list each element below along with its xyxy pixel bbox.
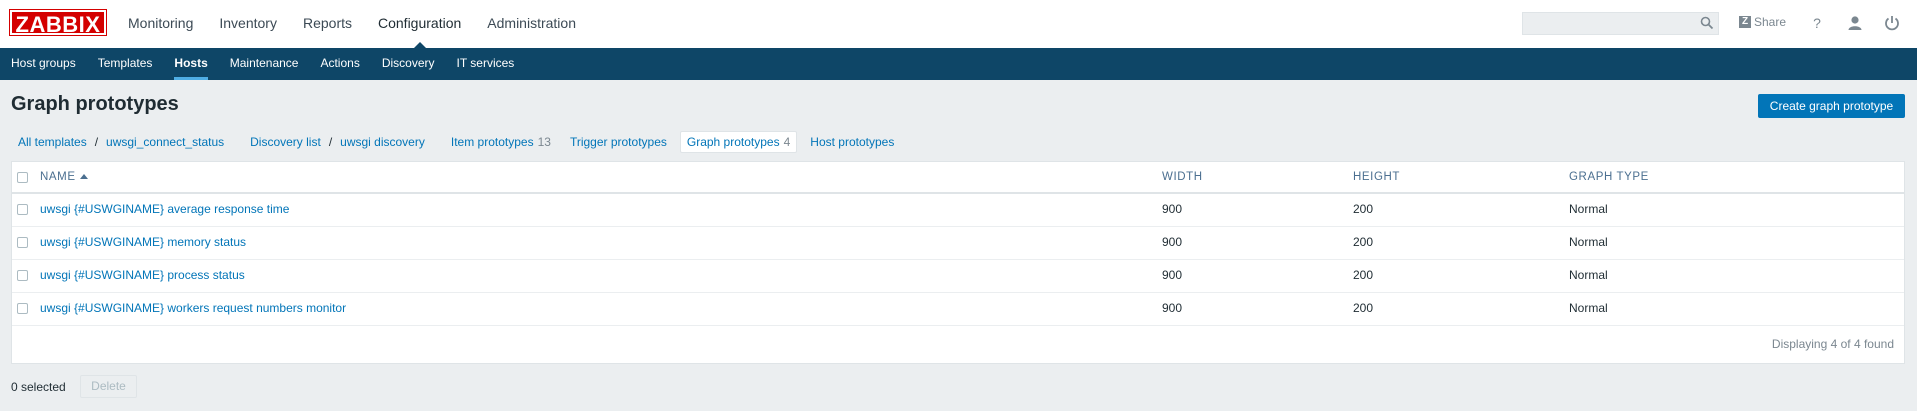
graph-prototype-name-link[interactable]: uwsgi {#USWGINAME} process status [40, 268, 245, 282]
sub-nav-templates[interactable]: Templates [87, 48, 164, 80]
tab-graph-prototypes-label[interactable]: Graph prototypes [687, 135, 780, 149]
table-row: uwsgi {#USWGINAME} average response time… [12, 194, 1904, 227]
column-header-height: HEIGHT [1353, 171, 1401, 183]
row-height: 200 [1353, 235, 1374, 249]
main-nav-inventory[interactable]: Inventory [206, 0, 290, 48]
row-checkbox[interactable] [17, 270, 28, 281]
row-graph-type: Normal [1569, 235, 1608, 249]
main-nav-configuration[interactable]: Configuration [365, 0, 474, 49]
row-width: 900 [1162, 268, 1183, 282]
tab-trigger-prototypes[interactable]: Trigger prototypes [563, 135, 674, 149]
tab-host-prototypes[interactable]: Host prototypes [803, 135, 901, 149]
sub-nav-discovery[interactable]: Discovery [371, 48, 446, 80]
table-row: uwsgi {#USWGINAME} process status 900 20… [12, 260, 1904, 293]
row-height: 200 [1353, 301, 1374, 315]
breadcrumb-template[interactable]: uwsgi_connect_status [99, 135, 231, 149]
sub-nav-hosts[interactable]: Hosts [163, 48, 218, 80]
breadcrumb-all-templates[interactable]: All templates [11, 135, 94, 149]
create-graph-prototype-button[interactable]: Create graph prototype [1758, 94, 1905, 118]
table-row: uwsgi {#USWGINAME} memory status 900 200… [12, 227, 1904, 260]
row-width: 900 [1162, 301, 1183, 315]
help-icon[interactable]: ? [1808, 14, 1826, 32]
top-header: ZABBIX Monitoring Inventory Reports Conf… [0, 0, 1917, 49]
select-all-checkbox[interactable] [17, 172, 28, 183]
row-checkbox[interactable] [17, 303, 28, 314]
row-graph-type: Normal [1569, 202, 1608, 216]
search-input[interactable] [1522, 12, 1719, 35]
item-prototypes-count: 13 [537, 135, 551, 149]
user-profile-icon[interactable] [1846, 14, 1864, 32]
search-icon[interactable] [1700, 16, 1714, 30]
row-graph-type: Normal [1569, 268, 1608, 282]
row-checkbox[interactable] [17, 237, 28, 248]
table-header: NAME WIDTH HEIGHT GRAPH TYPE [12, 162, 1904, 194]
row-width: 900 [1162, 235, 1183, 249]
sub-nav-actions[interactable]: Actions [309, 48, 370, 80]
svg-text:?: ? [1813, 15, 1821, 31]
column-header-name[interactable]: NAME [40, 162, 88, 193]
main-nav-reports[interactable]: Reports [290, 0, 365, 48]
row-checkbox[interactable] [17, 204, 28, 215]
row-graph-type: Normal [1569, 301, 1608, 315]
row-height: 200 [1353, 268, 1374, 282]
share-label: Share [1754, 15, 1787, 29]
main-nav: Monitoring Inventory Reports Configurati… [115, 0, 589, 49]
table-row: uwsgi {#USWGINAME} workers request numbe… [12, 293, 1904, 326]
sign-out-icon[interactable] [1883, 14, 1901, 32]
column-header-graph-type: GRAPH TYPE [1569, 171, 1649, 183]
graph-prototype-name-link[interactable]: uwsgi {#USWGINAME} workers request numbe… [40, 301, 346, 315]
main-nav-monitoring[interactable]: Monitoring [115, 0, 206, 48]
column-header-name-label[interactable]: NAME [40, 171, 76, 183]
row-width: 900 [1162, 202, 1183, 216]
delete-button[interactable]: Delete [80, 375, 137, 398]
column-header-width: WIDTH [1162, 171, 1203, 183]
zabbix-logo[interactable]: ZABBIX [9, 9, 107, 37]
graph-prototype-name-link[interactable]: uwsgi {#USWGINAME} memory status [40, 235, 246, 249]
breadcrumb-discovery-list[interactable]: Discovery list [243, 135, 328, 149]
selected-count: 0 selected [11, 380, 66, 394]
page-title: Graph prototypes [11, 93, 179, 115]
sub-nav-host-groups[interactable]: Host groups [0, 48, 87, 80]
graph-prototypes-count: 4 [783, 135, 791, 149]
sort-ascending-icon [79, 174, 88, 179]
main-nav-administration[interactable]: Administration [474, 0, 589, 48]
sub-nav: Host groups Templates Hosts Maintenance … [0, 48, 1917, 80]
tab-graph-prototypes[interactable]: Graph prototypes 4 [679, 131, 798, 153]
share-link[interactable]: Z Share [1739, 15, 1786, 29]
row-height: 200 [1353, 202, 1374, 216]
table-footer-count: Displaying 4 of 4 found [1771, 337, 1894, 351]
sub-nav-maintenance[interactable]: Maintenance [219, 48, 310, 80]
tab-item-prototypes[interactable]: Item prototypes 13 [444, 135, 551, 149]
breadcrumb: All templates / uwsgi_connect_status Dis… [11, 131, 901, 153]
sub-nav-it-services[interactable]: IT services [446, 48, 526, 80]
tab-item-prototypes-label[interactable]: Item prototypes [444, 135, 534, 149]
graph-prototype-name-link[interactable]: uwsgi {#USWGINAME} average response time [40, 202, 289, 216]
share-icon: Z [1739, 16, 1751, 28]
graph-prototypes-table: NAME WIDTH HEIGHT GRAPH TYPE uwsgi {#USW… [11, 161, 1905, 364]
breadcrumb-discovery-rule[interactable]: uwsgi discovery [333, 135, 432, 149]
